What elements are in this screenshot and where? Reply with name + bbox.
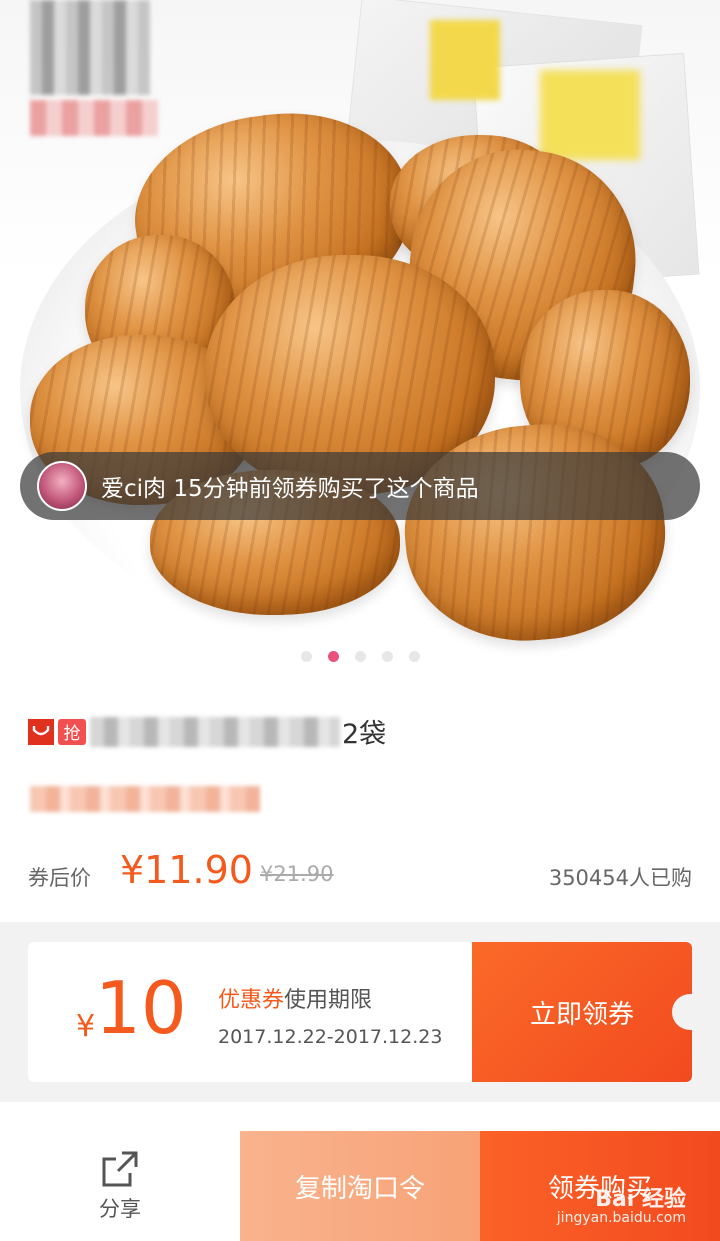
package-label-blurred bbox=[430, 20, 500, 100]
brand-logo-blurred bbox=[30, 0, 150, 95]
product-title-suffix: 2袋 bbox=[342, 719, 387, 750]
claim-coupon-button[interactable]: 立即领券 bbox=[472, 942, 692, 1082]
coupon-value: 10 bbox=[95, 966, 187, 1050]
coupon-card: ¥10 优惠券使用期限 2017.12.22-2017.12.23 立即领券 bbox=[28, 942, 692, 1082]
coupon-price: ¥11.90 bbox=[120, 848, 253, 892]
coupon-title-highlight: 优惠券 bbox=[218, 988, 285, 1013]
share-button[interactable]: 分享 bbox=[0, 1131, 240, 1241]
package-label-blurred-2 bbox=[540, 70, 640, 160]
carousel-dot-active[interactable] bbox=[327, 651, 339, 662]
watermark-url: jingyan.baidu.com bbox=[556, 1210, 686, 1226]
carousel-dot[interactable] bbox=[354, 651, 366, 662]
coupon-currency: ¥ bbox=[76, 1009, 96, 1044]
avatar bbox=[37, 461, 87, 511]
bottom-action-bar: 分享 复制淘口令 领券购买 Bai 经验 jingyan.baidu.com bbox=[0, 1131, 720, 1241]
tmall-icon bbox=[28, 718, 54, 745]
sold-count: 350454人已购 bbox=[548, 866, 692, 890]
carousel-dot[interactable] bbox=[300, 651, 312, 662]
coupon-edge-decoration bbox=[28, 950, 34, 1074]
baidu-jingyan-watermark: Bai 经验 jingyan.baidu.com bbox=[556, 1187, 686, 1227]
coupon-title-rest: 使用期限 bbox=[284, 988, 373, 1013]
brand-tag-blurred bbox=[30, 100, 158, 136]
product-image-carousel[interactable]: 爱ci肉 15分钟前领券购买了这个商品 bbox=[0, 0, 720, 680]
carousel-indicator bbox=[0, 651, 720, 662]
coupon-date-range: 2017.12.22-2017.12.23 bbox=[218, 1026, 443, 1048]
original-price: ¥21.90 bbox=[260, 862, 334, 886]
watermark-brand: Bai 经验 bbox=[595, 1187, 686, 1212]
notification-text: 爱ci肉 15分钟前领券购买了这个商品 bbox=[101, 476, 479, 502]
share-label: 分享 bbox=[99, 1197, 141, 1221]
copy-taokouling-button[interactable]: 复制淘口令 bbox=[240, 1131, 480, 1241]
purchase-notification: 爱ci肉 15分钟前领券购买了这个商品 bbox=[20, 452, 700, 520]
price-row: 券后价 ¥11.90 ¥21.90 350454人已购 bbox=[28, 848, 692, 898]
coupon-section: ¥10 优惠券使用期限 2017.12.22-2017.12.23 立即领券 bbox=[0, 922, 720, 1102]
carousel-dot[interactable] bbox=[381, 651, 393, 662]
carousel-dot[interactable] bbox=[408, 651, 420, 662]
share-icon bbox=[102, 1151, 138, 1187]
coupon-amount: ¥10 bbox=[76, 972, 187, 1044]
claim-and-buy-button[interactable]: 领券购买 Bai 经验 jingyan.baidu.com bbox=[480, 1131, 720, 1241]
price-label: 券后价 bbox=[28, 866, 91, 890]
grab-badge: 抢 bbox=[58, 718, 86, 745]
product-title-blurred bbox=[90, 716, 340, 747]
product-title: 抢 2袋 bbox=[28, 712, 386, 751]
coupon-title: 优惠券使用期限 bbox=[218, 982, 372, 1014]
product-subtitle-blurred bbox=[30, 786, 260, 812]
